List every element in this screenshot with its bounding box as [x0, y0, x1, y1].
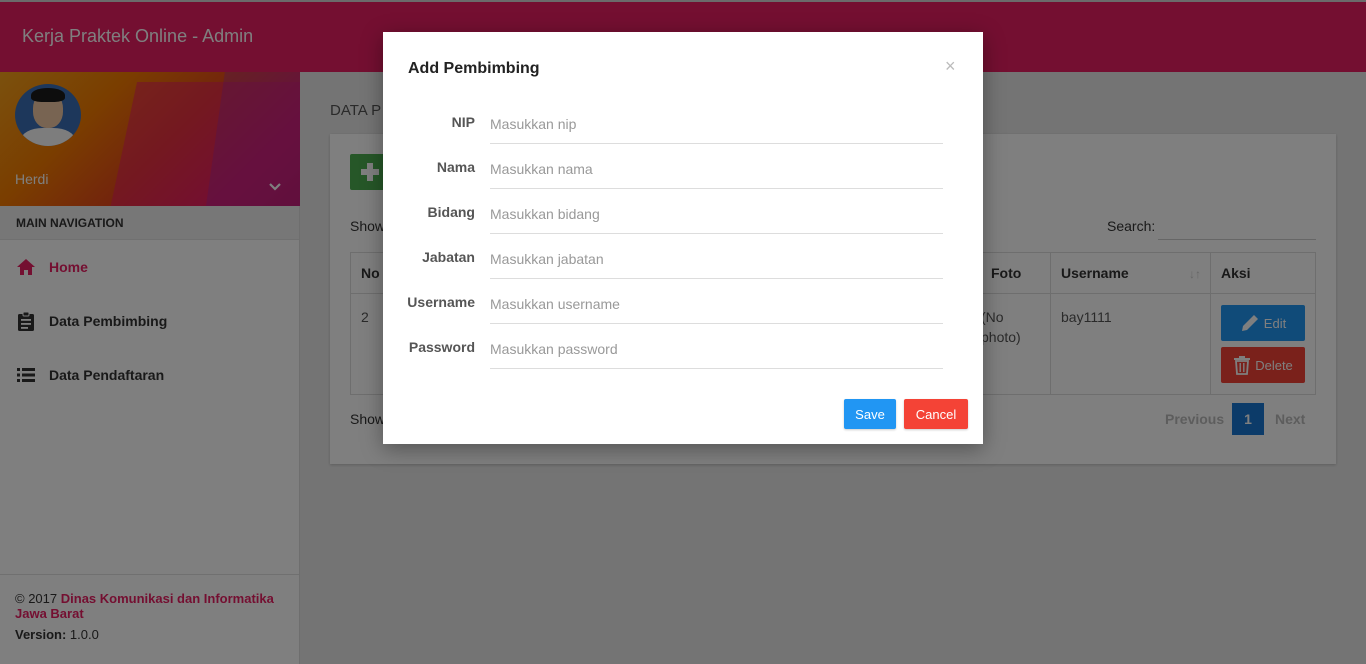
password-input[interactable] [490, 329, 943, 369]
form-row-username: Username [383, 282, 983, 327]
modal-title: Add Pembimbing [408, 60, 540, 77]
username-input[interactable] [490, 284, 943, 324]
form-row-bidang: Bidang [383, 192, 983, 237]
jabatan-label: Jabatan [422, 249, 475, 265]
form-row-nip: NIP [383, 102, 983, 147]
form-row-password: Password [383, 327, 983, 372]
nip-input[interactable] [490, 104, 943, 144]
form-row-nama: Nama [383, 147, 983, 192]
nama-input[interactable] [490, 149, 943, 189]
form-row-jabatan: Jabatan [383, 237, 983, 282]
add-pembimbing-modal: Add Pembimbing × NIP Nama Bidang Jabatan… [383, 32, 983, 444]
cancel-button[interactable]: Cancel [904, 399, 968, 429]
bidang-label: Bidang [427, 204, 475, 220]
save-button[interactable]: Save [844, 399, 896, 429]
close-icon[interactable]: × [945, 56, 956, 77]
password-label: Password [408, 339, 475, 355]
nip-label: NIP [451, 114, 475, 130]
bidang-input[interactable] [490, 194, 943, 234]
jabatan-input[interactable] [490, 239, 943, 279]
username-label: Username [407, 294, 475, 310]
nama-label: Nama [436, 159, 475, 175]
